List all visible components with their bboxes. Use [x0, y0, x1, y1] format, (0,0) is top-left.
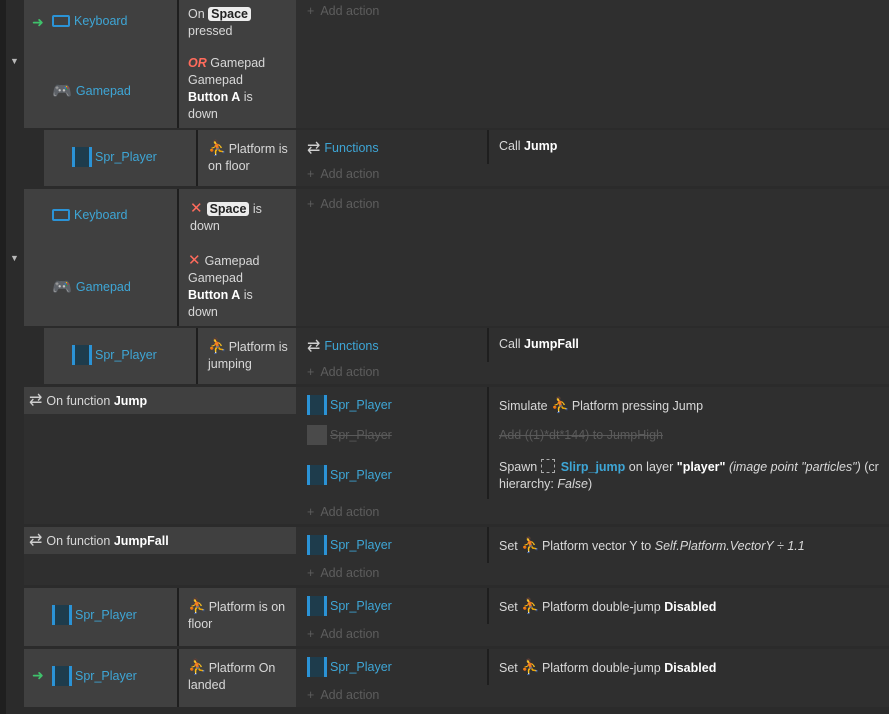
inverted-x-icon: ✕	[188, 252, 201, 269]
action-call-jump[interactable]: Call Jump	[499, 138, 557, 155]
collapse-toggle-icon[interactable]: ▼	[10, 56, 19, 66]
sprite-thumbnail-icon	[540, 459, 555, 473]
condition-platform-is-jumping[interactable]: ⛹ Platform is jumping	[208, 338, 293, 373]
add-action-link[interactable]: + Add action	[307, 566, 379, 580]
condition-gamepad-button-down[interactable]: OR Gamepad Gamepad Button A is down	[188, 55, 288, 123]
function-icon: ⇄	[29, 532, 43, 549]
action-add-jumphigh-disabled[interactable]: Add ((1)*dt*144) to JumpHigh	[499, 427, 663, 444]
condition-platform-on-floor[interactable]: ⛹ Platform is on floor	[208, 140, 293, 175]
key-badge: Space	[206, 202, 250, 216]
action-simulate-jump[interactable]: Simulate ⛹ Platform pressing Jump	[499, 397, 703, 415]
on-function-jumpfall[interactable]: ⇄ On function JumpFall	[29, 532, 169, 550]
add-action-link[interactable]: + Add action	[307, 688, 379, 702]
trigger-arrow-icon: ➜	[32, 667, 44, 683]
platform-behavior-icon: ⛹	[521, 659, 540, 676]
sprite-icon	[307, 596, 327, 616]
sprite-icon	[72, 345, 92, 365]
sprite-icon	[72, 147, 92, 167]
add-action-link[interactable]: + Add action	[307, 505, 379, 519]
object-spr-player[interactable]: Spr_Player	[307, 535, 392, 555]
add-action-link[interactable]: + Add action	[307, 4, 379, 18]
object-spr-player[interactable]: Spr_Player	[307, 465, 392, 485]
platform-behavior-icon: ⛹	[521, 598, 540, 615]
action-call-jumpfall[interactable]: Call JumpFall	[499, 336, 579, 353]
functions-icon: ⇄	[307, 338, 321, 355]
object-spr-player-disabled[interactable]: Spr_Player	[307, 425, 392, 445]
condition-space-is-down-inverted[interactable]: ✕ Space is down	[190, 200, 290, 235]
inverted-x-icon: ✕	[190, 200, 203, 217]
gamepad-object[interactable]: 🎮 Gamepad	[52, 277, 131, 297]
sprite-icon	[307, 535, 327, 555]
object-spr-player[interactable]: Spr_Player	[52, 666, 137, 686]
keyboard-object[interactable]: Keyboard	[52, 14, 128, 28]
sprite-icon	[52, 605, 72, 625]
action-object-functions[interactable]: ⇄ Functions	[307, 138, 379, 158]
action-spawn-slirp-jump[interactable]: Spawn Slirp_jump on layer "player" (imag…	[499, 459, 879, 493]
add-action-link[interactable]: + Add action	[307, 167, 379, 181]
keyboard-object[interactable]: Keyboard	[52, 208, 128, 222]
add-action-link[interactable]: + Add action	[307, 197, 379, 211]
event-sheet-gutter	[0, 0, 6, 714]
condition-on-space-pressed[interactable]: On Space pressed	[188, 6, 288, 40]
key-badge: Space	[208, 7, 252, 21]
condition-platform-on-floor[interactable]: ⛹ Platform is on floor	[188, 598, 294, 633]
object-spr-player[interactable]: Spr_Player	[307, 657, 392, 677]
object-spr-player[interactable]: Spr_Player	[307, 395, 392, 415]
keyboard-icon	[52, 15, 70, 27]
add-action-link[interactable]: + Add action	[307, 627, 379, 641]
platform-behavior-icon: ⛹	[551, 397, 570, 414]
platform-behavior-icon: ⛹	[208, 338, 227, 355]
gamepad-icon: 🎮	[52, 83, 72, 100]
keyboard-icon	[52, 209, 70, 221]
platform-behavior-icon: ⛹	[188, 598, 207, 615]
platform-behavior-icon: ⛹	[208, 140, 227, 157]
platform-behavior-icon: ⛹	[188, 659, 207, 676]
gamepad-object[interactable]: 🎮 Gamepad	[52, 81, 131, 101]
action-set-vector-y[interactable]: Set ⛹ Platform vector Y to Self.Platform.…	[499, 537, 805, 555]
object-spr-player[interactable]: Spr_Player	[72, 147, 157, 167]
action-set-double-jump[interactable]: Set ⛹ Platform double-jump Disabled	[499, 598, 716, 616]
gamepad-icon: 🎮	[52, 279, 72, 296]
platform-behavior-icon: ⛹	[521, 537, 540, 554]
collapse-toggle-icon[interactable]: ▼	[10, 253, 19, 263]
function-icon: ⇄	[29, 392, 43, 409]
sprite-icon	[307, 465, 327, 485]
sprite-icon	[307, 425, 327, 445]
trigger-arrow-icon: ➜	[32, 14, 44, 30]
condition-platform-on-landed[interactable]: ⛹ Platform On landed	[188, 659, 294, 694]
add-action-link[interactable]: + Add action	[307, 365, 379, 379]
functions-icon: ⇄	[307, 140, 321, 157]
sprite-icon	[307, 395, 327, 415]
action-object-functions[interactable]: ⇄ Functions	[307, 336, 379, 356]
condition-gamepad-button-down-inverted[interactable]: ✕ Gamepad Gamepad Button A is down	[188, 252, 288, 321]
action-set-double-jump[interactable]: Set ⛹ Platform double-jump Disabled	[499, 659, 716, 677]
sprite-icon	[52, 666, 72, 686]
object-spr-player[interactable]: Spr_Player	[52, 605, 137, 625]
object-spr-player[interactable]: Spr_Player	[72, 345, 157, 365]
on-function-jump[interactable]: ⇄ On function Jump	[29, 392, 147, 410]
sprite-icon	[307, 657, 327, 677]
object-spr-player[interactable]: Spr_Player	[307, 596, 392, 616]
